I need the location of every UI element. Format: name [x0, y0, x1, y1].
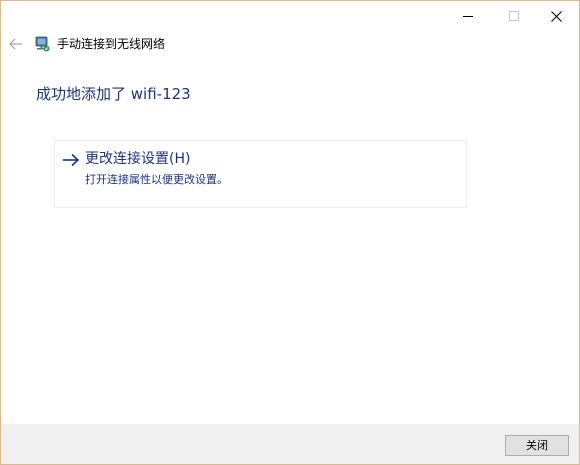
arrow-right-icon — [63, 153, 80, 167]
minimize-icon — [463, 16, 473, 17]
back-button[interactable] — [8, 36, 24, 52]
command-link-description: 打开连接属性以便更改设置。 — [85, 173, 228, 186]
maximize-button[interactable] — [491, 1, 537, 31]
close-button[interactable]: 关闭 — [505, 435, 569, 456]
command-link-title: 更改连接设置(H) — [85, 151, 191, 167]
change-connection-settings-link[interactable]: 更改连接设置(H) 打开连接属性以便更改设置。 — [54, 140, 467, 208]
minimize-button[interactable] — [445, 1, 491, 31]
close-window-button[interactable] — [533, 1, 579, 31]
close-icon — [550, 10, 562, 22]
network-icon — [35, 36, 50, 52]
window-title: 手动连接到无线网络 — [57, 37, 166, 51]
back-arrow-icon — [9, 38, 22, 50]
dialog-footer: 关闭 — [1, 424, 579, 464]
maximize-icon — [509, 11, 519, 21]
page-title: 成功地添加了 wifi-123 — [36, 85, 191, 103]
dialog-window: 手动连接到无线网络 成功地添加了 wifi-123 更改连接设置(H) 打开连接… — [0, 0, 580, 465]
navigation-bar: 手动连接到无线网络 — [1, 34, 579, 56]
